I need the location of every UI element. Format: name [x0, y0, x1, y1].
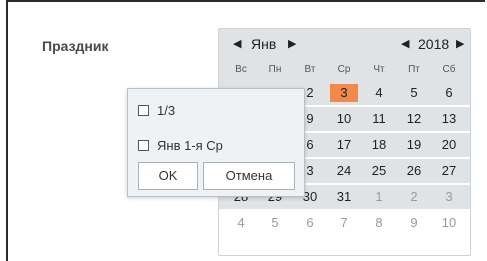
weekday-label: Ср: [337, 64, 351, 75]
weekday-label: Сб: [442, 64, 456, 75]
weekday-label: Вт: [304, 64, 316, 75]
year-label[interactable]: 2018: [418, 36, 449, 52]
day-cell[interactable]: 10: [328, 107, 360, 131]
next-year-icon[interactable]: ▶: [456, 37, 464, 50]
today-label: 3: [330, 84, 358, 102]
day-cell-next-month[interactable]: 6: [294, 211, 326, 235]
day-cell-next-month[interactable]: 7: [328, 211, 360, 235]
option-weekday-label: Янв 1-я Ср: [157, 137, 223, 153]
next-month-icon[interactable]: ▶: [288, 37, 296, 50]
day-cell-today[interactable]: 3: [328, 81, 360, 105]
day-cell[interactable]: 26: [398, 159, 430, 183]
day-cell[interactable]: 12: [398, 107, 430, 131]
day-cell-next-month[interactable]: 5: [259, 211, 291, 235]
weekday-label: Пн: [268, 64, 282, 75]
prev-month-icon[interactable]: ◀: [233, 37, 241, 50]
weekday-header: Вс Пн Вт Ср Чт Пт Сб: [219, 59, 470, 81]
day-cell[interactable]: 11: [363, 107, 395, 131]
day-cell[interactable]: 5: [398, 81, 430, 105]
day-cell-next-month[interactable]: 3: [433, 185, 465, 209]
day-cell-next-month[interactable]: 4: [225, 211, 257, 235]
day-cell-next-month[interactable]: 9: [398, 211, 430, 235]
day-cell[interactable]: 17: [328, 133, 360, 157]
weekday-label: Пт: [408, 64, 420, 75]
prev-year-icon[interactable]: ◀: [401, 37, 409, 50]
cancel-button[interactable]: Отмена: [203, 162, 295, 190]
week-row: 4 5 6 7 8 9 10: [219, 211, 470, 235]
field-label-holiday: Праздник: [42, 38, 109, 54]
day-cell[interactable]: 13: [433, 107, 465, 131]
date-checkbox[interactable]: [138, 104, 149, 116]
day-cell[interactable]: 24: [328, 159, 360, 183]
ok-button[interactable]: OK: [138, 162, 198, 190]
month-label[interactable]: Янв: [251, 36, 276, 52]
day-cell-next-month[interactable]: 1: [363, 185, 395, 209]
day-cell[interactable]: 4: [363, 81, 395, 105]
option-weekday[interactable]: Янв 1-я Ср: [138, 136, 223, 154]
day-cell[interactable]: 18: [363, 133, 395, 157]
weekday-label: Вс: [235, 64, 247, 75]
option-date-label: 1/3: [157, 102, 176, 118]
holiday-type-popup: 1/3 Янв 1-я Ср OK Отмена: [127, 88, 305, 197]
day-cell-next-month[interactable]: 2: [398, 185, 430, 209]
weekday-label: Чт: [373, 64, 385, 75]
day-cell[interactable]: 27: [433, 159, 465, 183]
day-cell[interactable]: 20: [433, 133, 465, 157]
day-cell[interactable]: 25: [363, 159, 395, 183]
day-cell[interactable]: 6: [433, 81, 465, 105]
day-cell-next-month[interactable]: 8: [363, 211, 395, 235]
day-cell[interactable]: 19: [398, 133, 430, 157]
option-date[interactable]: 1/3: [138, 101, 175, 119]
day-cell[interactable]: 31: [328, 185, 360, 209]
day-cell-next-month[interactable]: 10: [433, 211, 465, 235]
weekday-checkbox[interactable]: [138, 139, 149, 151]
calendar-header: ◀ Янв ▶ ◀ 2018 ▶: [219, 29, 470, 59]
